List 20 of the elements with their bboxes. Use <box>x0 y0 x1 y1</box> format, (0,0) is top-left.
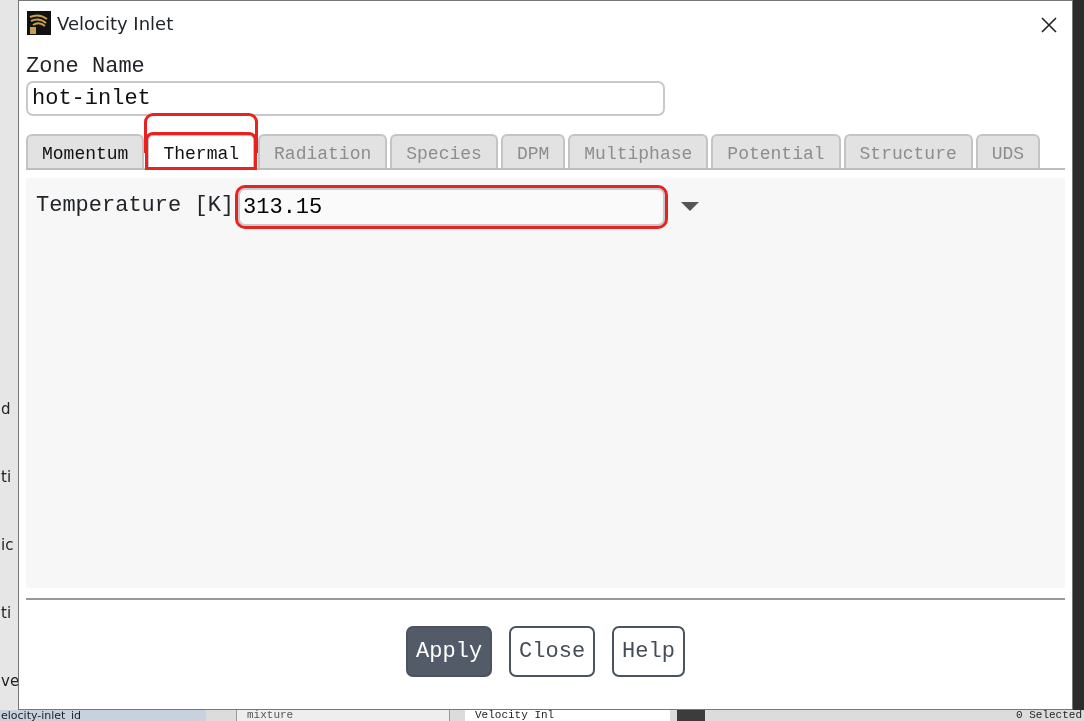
temperature-label: Temperature [K] <box>36 192 235 220</box>
tab[interactable]: Momentum <box>26 134 145 168</box>
background-text: elocity-inlet_id <box>0 710 206 721</box>
zone-name-field[interactable]: hot-inlet <box>26 81 665 116</box>
background-text: ic <box>1 535 15 556</box>
dialog-button[interactable]: Apply <box>406 626 493 677</box>
dialog-button[interactable]: Close <box>509 626 596 677</box>
dropdown-arrow-icon[interactable] <box>681 202 700 212</box>
dialog-button[interactable]: Help <box>612 626 685 677</box>
background-text: Velocity Inl <box>465 710 670 721</box>
app-logo-icon <box>27 11 51 35</box>
window-title: Velocity Inlet <box>57 11 174 36</box>
background-text: 0 Selected <box>1016 710 1083 721</box>
background-text: ve <box>1 671 18 692</box>
temperature-field[interactable]: 313.15 <box>238 188 666 226</box>
background-field: mixture <box>236 710 450 721</box>
background-text: d <box>1 399 12 420</box>
background-text: ti <box>1 603 13 624</box>
zone-name-label: Zone Name <box>26 53 146 81</box>
background-text: ti <box>1 467 13 488</box>
